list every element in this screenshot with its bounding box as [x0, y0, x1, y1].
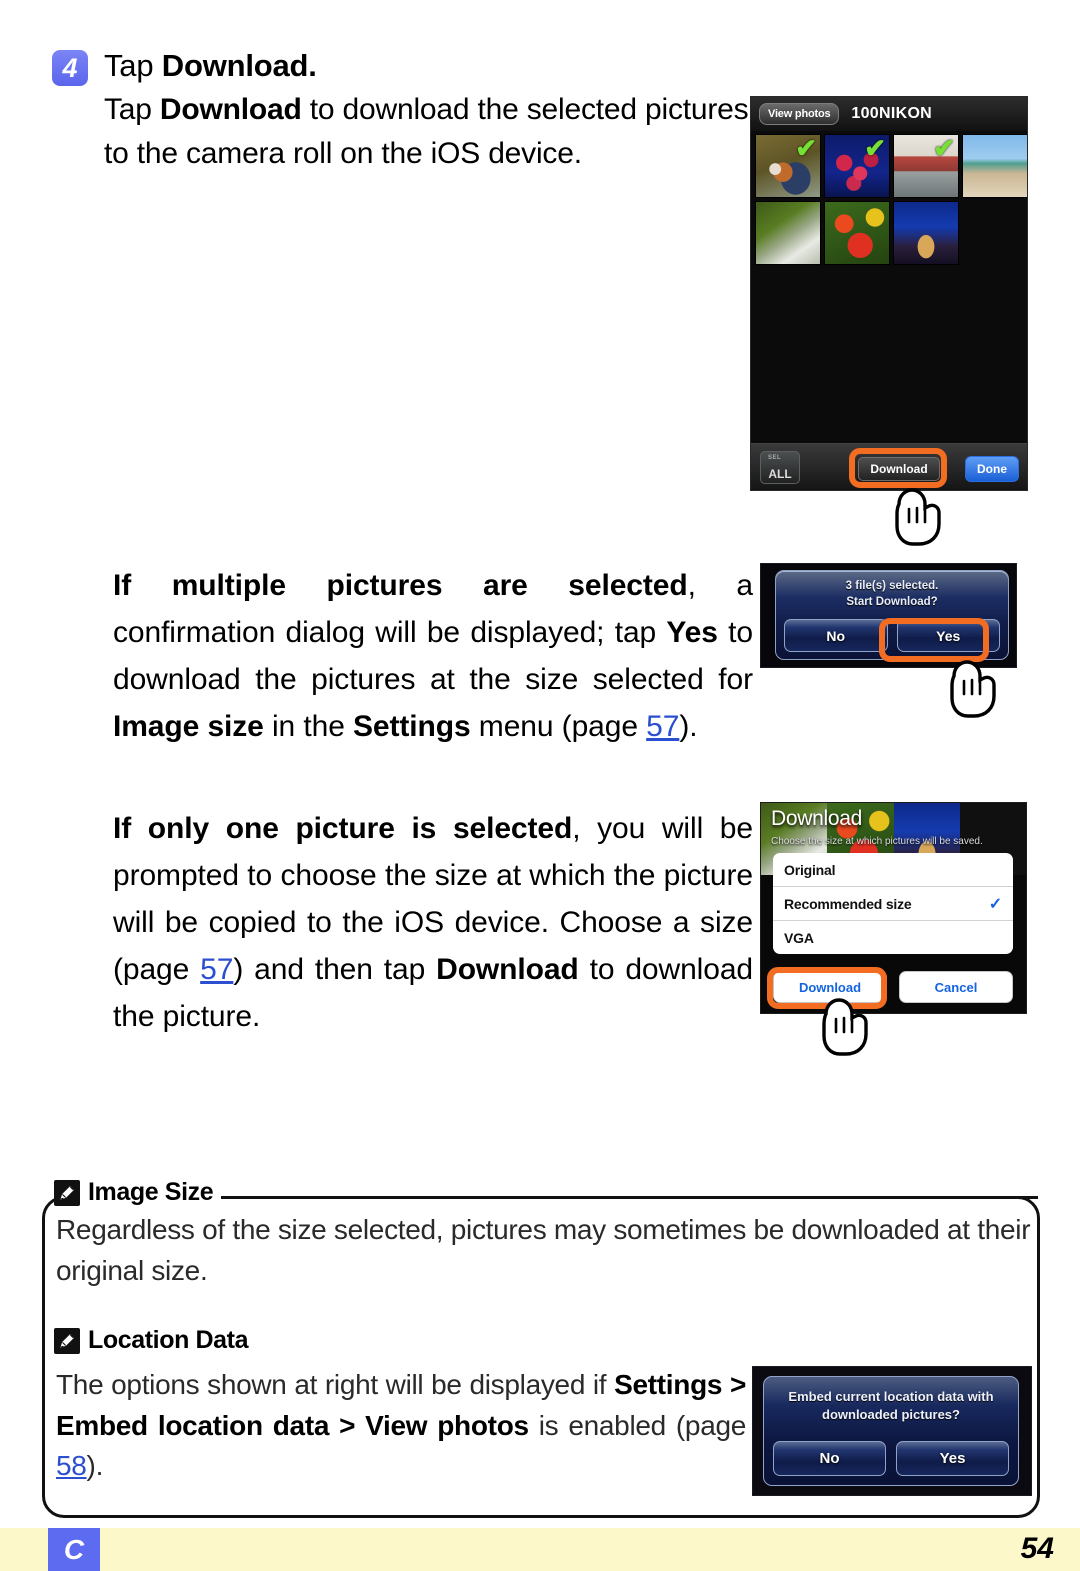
note-heading-location-data: Location Data: [54, 1326, 257, 1355]
option-recommended-label: Recommended size: [784, 895, 912, 912]
selected-check-icon: ✓: [988, 895, 1002, 913]
location-no-button[interactable]: No: [773, 1441, 886, 1476]
location-dialog-message: Embed current location data with downloa…: [764, 1377, 1018, 1425]
location-message-line1: Embed current location data with: [788, 1389, 994, 1404]
para-single-lead: If only one picture is selected: [113, 812, 573, 845]
screenshot-location-dialog: Embed current location data with downloa…: [752, 1366, 1032, 1496]
note-text-location-data: The options shown at right will be displ…: [56, 1365, 746, 1487]
confirm-message-line1: 3 file(s) selected.: [845, 580, 939, 592]
hand-pointer-icon-1: [885, 478, 945, 548]
thumbnail-red-poppies[interactable]: [824, 201, 890, 265]
step-body-text: Tap Download to download the selected pi…: [104, 88, 754, 176]
location-message-line2: downloaded pictures?: [822, 1407, 960, 1423]
confirm-message-line2: Start Download?: [846, 596, 938, 609]
para-multi-imagesize: Image size: [113, 710, 264, 744]
para-multi-settings: Settings: [353, 710, 471, 744]
note2-gt2: >: [329, 1409, 366, 1441]
gallery-navbar: View photos 100NIKON: [751, 97, 1027, 131]
select-all-top-label: SEL: [768, 454, 782, 461]
option-original-label: Original: [784, 861, 836, 878]
location-dialog-buttons: No Yes: [773, 1441, 1009, 1476]
page-number: 54: [1020, 1532, 1054, 1565]
note-heading-image-size: Image Size: [54, 1178, 222, 1207]
note2-settings: Settings: [614, 1369, 723, 1400]
note2-b: is enabled (page: [528, 1409, 747, 1441]
confirm-dialog-message: 3 file(s) selected. Start Download?: [776, 571, 1008, 611]
note-title-image-size: Image Size: [88, 1178, 214, 1206]
step-block: 4 Tap Download. Tap Download to download…: [52, 48, 752, 176]
download-size-options: Original Recommended size ✓ VGA: [773, 853, 1013, 954]
selected-check-icon: ✔: [795, 134, 817, 163]
option-original[interactable]: Original: [773, 853, 1013, 887]
note2-a: The options shown at right will be displ…: [56, 1369, 615, 1400]
note2-c: ).: [86, 1450, 104, 1482]
note2-gt1: >: [722, 1369, 747, 1400]
option-recommended-size[interactable]: Recommended size ✓: [773, 887, 1013, 921]
thumbnail-red-berries[interactable]: ✔: [824, 134, 890, 198]
screenshot-download-size: Download Choose the size at which pictur…: [760, 802, 1027, 1014]
gallery-done-button[interactable]: Done: [965, 456, 1019, 482]
note2-embed: Embed location data: [56, 1409, 330, 1441]
note-heading-rule: [300, 1196, 1038, 1199]
thumbnail-waterfall[interactable]: [755, 201, 821, 265]
step-body-part1: Tap: [104, 93, 160, 126]
select-all-label: ALL: [768, 466, 792, 481]
size-cancel-button[interactable]: Cancel: [899, 971, 1013, 1003]
hand-pointer-icon-3: [812, 988, 872, 1058]
page-reference-57-a[interactable]: 57: [646, 710, 679, 743]
para-single-download: Download: [436, 953, 579, 987]
page-footer: C 54: [0, 1528, 1080, 1571]
para-multi-lead: If multiple pictures are selected: [113, 569, 688, 602]
selected-check-icon: ✔: [933, 134, 955, 163]
select-all-button[interactable]: SEL ALL: [760, 450, 800, 484]
view-photos-button[interactable]: View photos: [759, 103, 840, 125]
step-title-bold: Download.: [161, 48, 317, 83]
para-multi-yes: Yes: [666, 616, 718, 650]
note-title-location-data: Location Data: [88, 1326, 249, 1354]
page-reference-57-b[interactable]: 57: [200, 953, 233, 986]
hand-pointer-icon-2: [940, 650, 1000, 720]
para-single-b: ) and then tap: [233, 953, 437, 987]
paragraph-single-picture: If only one picture is selected, you wil…: [113, 805, 753, 1040]
location-dialog: Embed current location data with downloa…: [763, 1376, 1019, 1486]
thumbnail-night-house[interactable]: [893, 201, 959, 265]
page-reference-58[interactable]: 58: [56, 1450, 87, 1481]
step-title-prefix: Tap: [104, 48, 162, 83]
option-vga[interactable]: VGA: [773, 921, 1013, 954]
chapter-badge: C: [48, 1528, 100, 1571]
download-dialog-subtitle: Choose the size at which pictures will b…: [771, 836, 983, 847]
confirm-no-button[interactable]: No: [784, 619, 888, 652]
para-multi-e: ).: [679, 710, 698, 744]
note-text-image-size: Regardless of the size selected, picture…: [56, 1214, 1031, 1286]
pencil-note-icon: [54, 1179, 80, 1206]
thumbnail-mandarin-duck[interactable]: ✔: [755, 134, 821, 198]
gallery-folder-title: 100NIKON: [851, 105, 933, 122]
step-number-badge: 4: [52, 50, 88, 86]
step-heading-row: 4 Tap Download.: [52, 48, 752, 86]
download-dialog-title: Download: [771, 807, 862, 830]
note2-viewphotos: View photos: [365, 1409, 529, 1441]
pencil-note-icon: [54, 1327, 80, 1354]
para-multi-c: in the: [263, 710, 354, 744]
option-vga-label: VGA: [784, 929, 814, 946]
thumbnail-old-town[interactable]: ✔: [893, 134, 959, 198]
screenshot-gallery: View photos 100NIKON ✔ ✔ ✔ SEL ALL Downlo…: [750, 96, 1028, 491]
location-yes-button[interactable]: Yes: [896, 1441, 1009, 1476]
thumbnail-grid: ✔ ✔ ✔: [751, 131, 1027, 268]
step-body-bold: Download: [159, 93, 302, 126]
para-multi-d: menu (page: [470, 710, 647, 744]
thumbnail-beach-palms[interactable]: [962, 134, 1027, 198]
paragraph-multiple-pictures: If multiple pictures are selected, a con…: [113, 562, 753, 750]
step-title: Tap Download.: [104, 48, 317, 84]
selected-check-icon: ✔: [864, 134, 886, 163]
